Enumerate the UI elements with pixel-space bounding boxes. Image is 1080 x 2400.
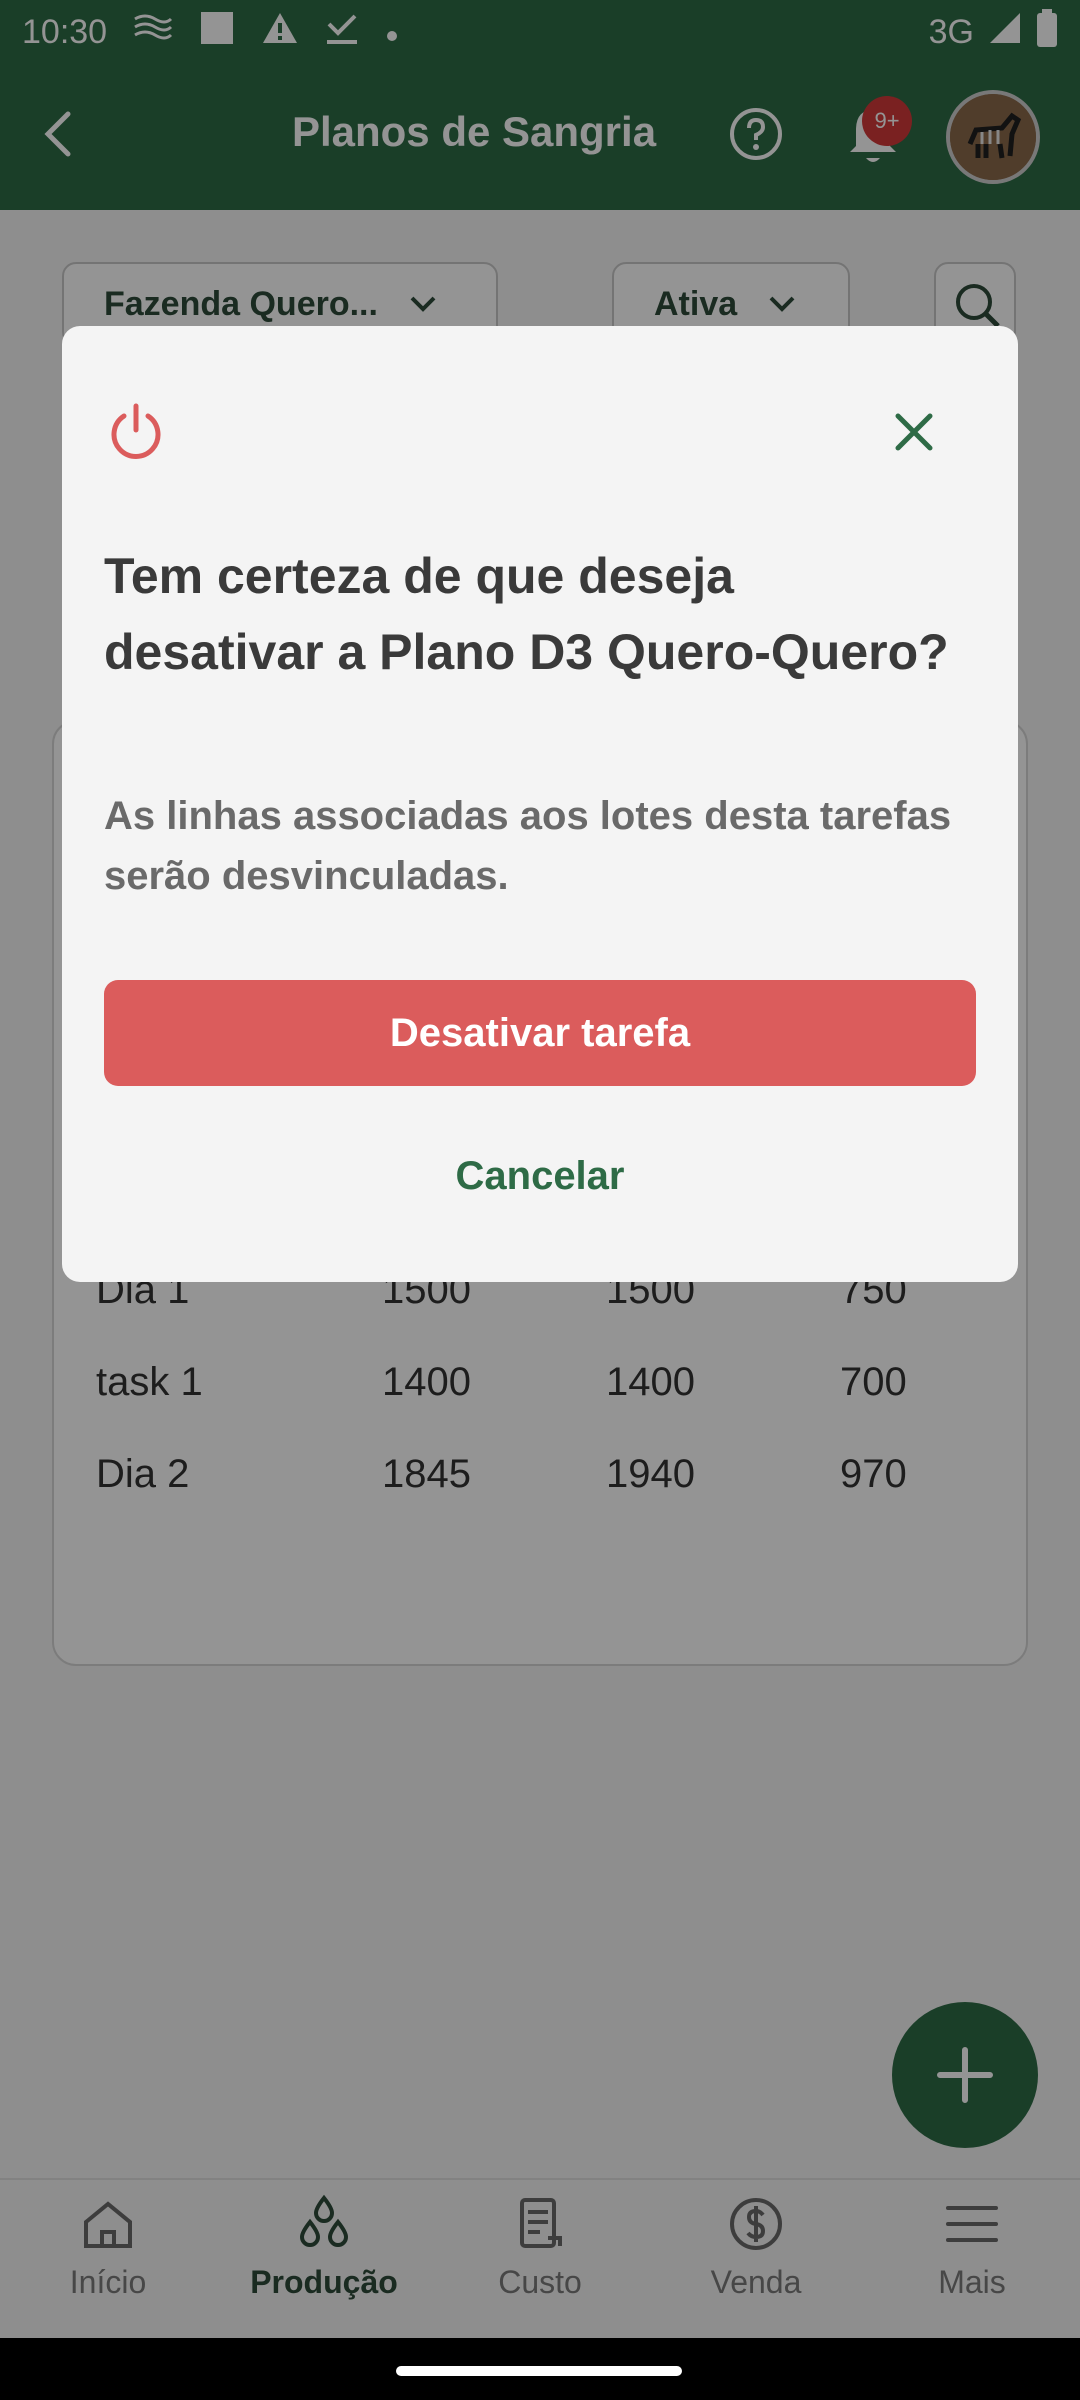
dialog-message: As linhas associadas aos lotes desta tar… — [104, 794, 952, 898]
deactivate-task-button[interactable]: Desativar tarefa — [104, 980, 976, 1086]
cancel-button[interactable]: Cancelar — [104, 1126, 976, 1226]
dialog-title: Tem certeza de que deseja desativar a Pl… — [104, 548, 949, 680]
power-icon — [104, 400, 168, 464]
app-screen: 10:30 3G Planos de Sangria 9+ Fazenda Qu… — [0, 0, 1080, 2400]
close-icon — [895, 413, 933, 451]
home-gesture-handle[interactable] — [396, 2366, 682, 2376]
deactivate-dialog: Tem certeza de que deseja desativar a Pl… — [62, 326, 1018, 1282]
close-dialog-button[interactable] — [884, 402, 944, 462]
gesture-navigation-bar — [0, 2338, 1080, 2400]
